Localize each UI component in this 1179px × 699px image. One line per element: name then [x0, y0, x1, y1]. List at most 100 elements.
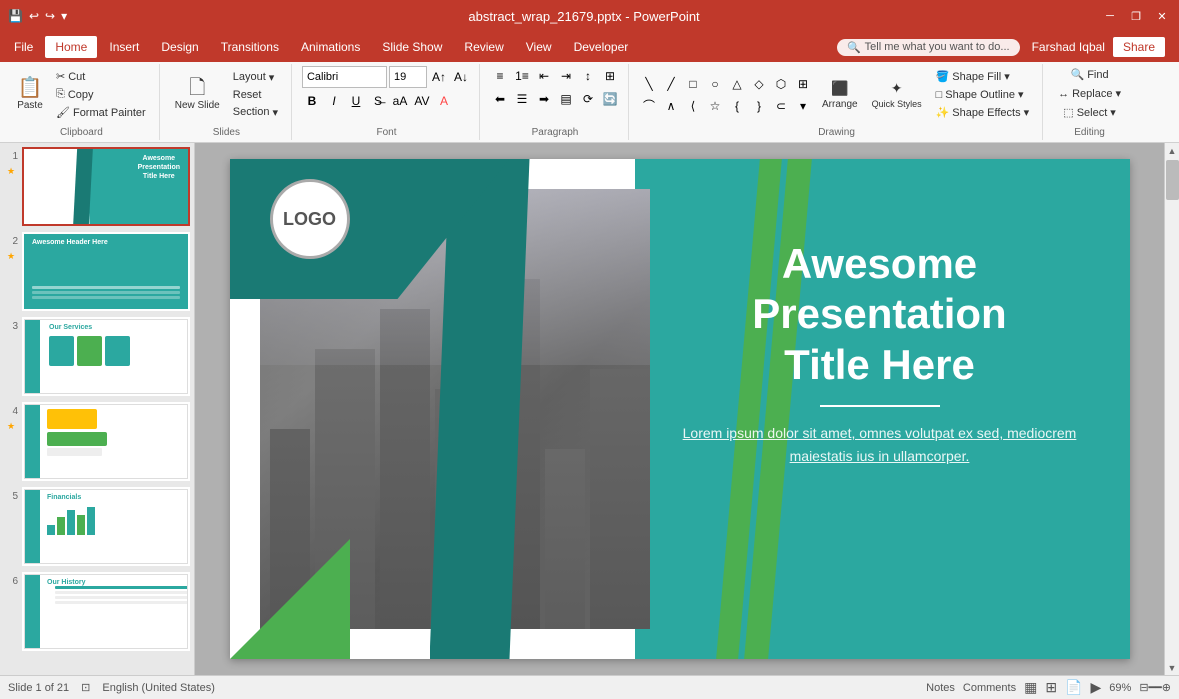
find-button[interactable]: 🔍 Find: [1066, 66, 1114, 83]
shape-6[interactable]: ⌒: [639, 96, 659, 116]
decrease-indent-button[interactable]: ⇤: [534, 66, 554, 86]
numbering-button[interactable]: 1≡: [512, 66, 532, 86]
justify-button[interactable]: ▤: [556, 89, 576, 109]
decrease-font-button[interactable]: A↓: [451, 67, 471, 87]
shape-down[interactable]: ▾: [793, 96, 813, 116]
shape-5[interactable]: ⬡: [771, 74, 791, 94]
shape-11[interactable]: }: [749, 96, 769, 116]
layout-button[interactable]: Layout▾: [228, 69, 283, 86]
underline-button[interactable]: U: [346, 91, 366, 111]
font-color-button[interactable]: A: [434, 91, 454, 111]
shape-fill-button[interactable]: 🪣 Shape Fill▾: [931, 68, 1035, 85]
close-button[interactable]: ✕: [1153, 7, 1171, 25]
slide-thumb-1[interactable]: 1 ★ AwesomePresentationTitle Here: [4, 147, 190, 226]
menu-file[interactable]: File: [4, 36, 43, 58]
scroll-down[interactable]: ▼: [1165, 660, 1179, 675]
font-name-selector[interactable]: Calibri: [302, 66, 387, 88]
font-size-selector[interactable]: 19: [389, 66, 427, 88]
shape-1[interactable]: ╲: [639, 74, 659, 94]
increase-font-button[interactable]: A↑: [429, 67, 449, 87]
replace-button[interactable]: ↔ Replace▾: [1053, 85, 1126, 102]
save-icon[interactable]: 💾: [8, 9, 23, 23]
shape-more[interactable]: ⊞: [793, 74, 813, 94]
shape-rect[interactable]: □: [683, 74, 703, 94]
notes-button[interactable]: Notes: [926, 682, 955, 694]
align-right-button[interactable]: ➡: [534, 89, 554, 109]
comments-button[interactable]: Comments: [963, 682, 1016, 694]
minimize-button[interactable]: ─: [1101, 7, 1119, 25]
shape-10[interactable]: {: [727, 96, 747, 116]
slide-sorter-button[interactable]: ⊞: [1045, 679, 1057, 696]
shape-8[interactable]: ⟨: [683, 96, 703, 116]
user-name[interactable]: Farshad Iqbal: [1032, 40, 1105, 54]
zoom-slider[interactable]: ⊟━━⊕: [1139, 681, 1171, 694]
quick-styles-button[interactable]: ✦ Quick Styles: [867, 77, 927, 112]
increase-indent-button[interactable]: ⇥: [556, 66, 576, 86]
slide-thumb-img-6[interactable]: Our History: [22, 572, 190, 651]
italic-button[interactable]: I: [324, 91, 344, 111]
arrange-button[interactable]: ⬛ Arrange: [817, 77, 863, 113]
char-spacing-button[interactable]: AV: [412, 91, 432, 111]
slide-thumb-5[interactable]: 5 ★ Financials: [4, 487, 190, 566]
shape-12[interactable]: ⊂: [771, 96, 791, 116]
slide-thumb-4[interactable]: 4 ★: [4, 402, 190, 481]
menu-view[interactable]: View: [516, 36, 562, 58]
paste-button[interactable]: 📋 Paste: [12, 75, 48, 114]
slide-thumb-2[interactable]: 2 ★ Awesome Header Here: [4, 232, 190, 311]
slide-thumb-img-1[interactable]: AwesomePresentationTitle Here: [22, 147, 190, 226]
shape-effects-button[interactable]: ✨ Shape Effects▾: [931, 104, 1035, 121]
menu-design[interactable]: Design: [151, 36, 208, 58]
slide-thumb-img-5[interactable]: Financials: [22, 487, 190, 566]
slide-thumb-img-4[interactable]: [22, 402, 190, 481]
menu-review[interactable]: Review: [454, 36, 513, 58]
convert-button[interactable]: 🔄: [600, 89, 620, 109]
canvas-area[interactable]: LOGO Awesome Presentation Title Here Lor…: [195, 143, 1164, 675]
slide-thumb-img-3[interactable]: Our Services: [22, 317, 190, 396]
menu-search[interactable]: 🔍 Tell me what you want to do...: [837, 39, 1020, 56]
copy-button[interactable]: ⎘ Copy: [51, 86, 151, 103]
shape-4[interactable]: ◇: [749, 74, 769, 94]
shape-outline-button[interactable]: □ Shape Outline▾: [931, 86, 1035, 103]
menu-transitions[interactable]: Transitions: [211, 36, 289, 58]
reset-button[interactable]: Reset: [228, 87, 283, 103]
vertical-scrollbar[interactable]: ▲ ▼: [1164, 143, 1179, 675]
shape-9[interactable]: ☆: [705, 96, 725, 116]
menu-insert[interactable]: Insert: [99, 36, 149, 58]
smallcaps-button[interactable]: aA: [390, 91, 410, 111]
normal-view-button[interactable]: ▦: [1024, 679, 1037, 696]
select-button[interactable]: ⬚ Select▾: [1058, 104, 1121, 121]
shape-circle[interactable]: ○: [705, 74, 725, 94]
align-left-button[interactable]: ⬅: [490, 89, 510, 109]
cut-button[interactable]: ✂ Cut: [51, 68, 151, 85]
undo-icon[interactable]: ↩: [29, 9, 39, 23]
slide-thumb-6[interactable]: 6 ★ Our History: [4, 572, 190, 651]
slide-canvas[interactable]: LOGO Awesome Presentation Title Here Lor…: [230, 159, 1130, 659]
bullets-button[interactable]: ≡: [490, 66, 510, 86]
reading-view-button[interactable]: 📄: [1065, 679, 1082, 696]
columns-button[interactable]: ⊞: [600, 66, 620, 86]
drawing-small-btns: 🪣 Shape Fill▾ □ Shape Outline▾ ✨ Shape E…: [931, 68, 1035, 121]
slideshow-button[interactable]: ▶: [1091, 679, 1102, 696]
slide-thumb-img-2[interactable]: Awesome Header Here: [22, 232, 190, 311]
redo-icon[interactable]: ↪: [45, 9, 55, 23]
slide-thumb-3[interactable]: 3 ★ Our Services: [4, 317, 190, 396]
scroll-up[interactable]: ▲: [1165, 143, 1179, 158]
bold-button[interactable]: B: [302, 91, 322, 111]
menu-slideshow[interactable]: Slide Show: [372, 36, 452, 58]
menu-animations[interactable]: Animations: [291, 36, 370, 58]
restore-button[interactable]: ❐: [1127, 7, 1145, 25]
align-center-button[interactable]: ☰: [512, 89, 532, 109]
scroll-thumb[interactable]: [1166, 160, 1179, 200]
text-direction-button[interactable]: ⟳: [578, 89, 598, 109]
section-button[interactable]: Section▾: [228, 104, 283, 121]
shape-2[interactable]: ╱: [661, 74, 681, 94]
menu-home[interactable]: Home: [45, 36, 97, 58]
format-painter-button[interactable]: 🖌 Format Painter: [51, 104, 151, 121]
line-spacing-button[interactable]: ↕: [578, 66, 598, 86]
shape-3[interactable]: △: [727, 74, 747, 94]
new-slide-button[interactable]: 🗋 New Slide: [170, 75, 225, 114]
menu-developer[interactable]: Developer: [564, 36, 639, 58]
share-button[interactable]: Share: [1113, 37, 1165, 57]
strikethrough-button[interactable]: S̶: [368, 91, 388, 111]
shape-7[interactable]: ∧: [661, 96, 681, 116]
